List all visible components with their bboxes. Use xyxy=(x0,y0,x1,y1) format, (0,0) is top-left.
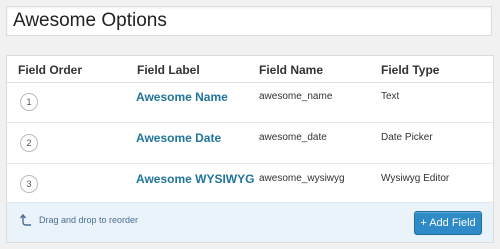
field-type-cell: Wysiwyg Editor xyxy=(381,173,450,184)
table-header: Field Order Field Label Field Name Field… xyxy=(7,56,493,83)
header-field-type: Field Type xyxy=(381,63,440,77)
header-field-label: Field Label xyxy=(137,63,200,77)
header-field-order: Field Order xyxy=(18,63,83,77)
field-label-link[interactable]: Awesome Name xyxy=(136,90,228,104)
drag-hint-text: Drag and drop to reorder xyxy=(39,215,139,225)
fields-panel: Field Order Field Label Field Name Field… xyxy=(6,55,494,243)
header-field-name: Field Name xyxy=(259,63,324,77)
field-type-cell: Date Picker xyxy=(381,132,433,143)
drag-hint: Drag and drop to reorder xyxy=(19,213,138,227)
order-badge[interactable]: 3 xyxy=(20,175,38,193)
table-row[interactable]: 3 Awesome WYSIWYG awesome_wysiwyg Wysiwy… xyxy=(7,164,493,205)
add-field-button[interactable]: + Add Field xyxy=(414,211,482,235)
table-footer: Drag and drop to reorder + Add Field xyxy=(7,202,493,242)
field-name-cell: awesome_wysiwyg xyxy=(259,173,345,184)
title-input[interactable] xyxy=(6,6,492,36)
field-type-cell: Text xyxy=(381,91,400,102)
field-label-link[interactable]: Awesome Date xyxy=(136,131,221,145)
table-row[interactable]: 1 Awesome Name awesome_name Text xyxy=(7,82,493,123)
order-badge[interactable]: 2 xyxy=(20,134,38,152)
curved-arrow-up-icon xyxy=(19,213,31,226)
field-name-cell: awesome_date xyxy=(259,132,327,143)
field-name-cell: awesome_name xyxy=(259,91,333,102)
field-label-link[interactable]: Awesome WYSIWYG xyxy=(136,172,254,186)
order-badge[interactable]: 1 xyxy=(20,93,38,111)
table-row[interactable]: 2 Awesome Date awesome_date Date Picker xyxy=(7,123,493,164)
